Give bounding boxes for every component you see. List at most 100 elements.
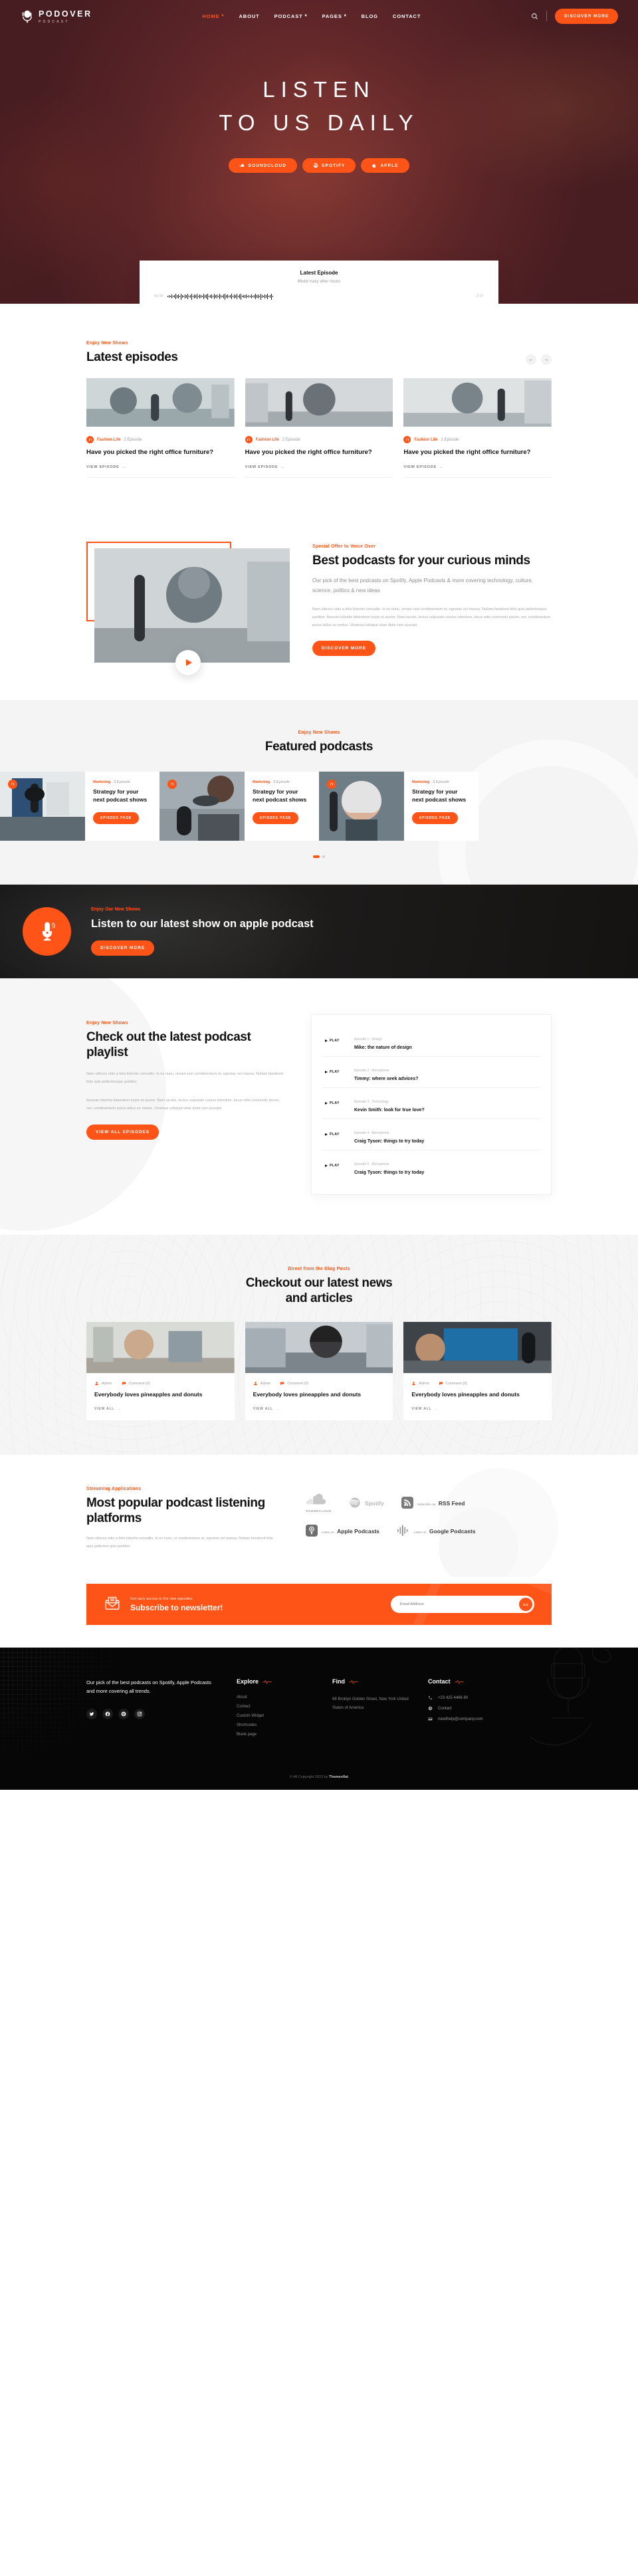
newsletter-title: Subscribe to newsletter! (130, 1602, 223, 1612)
featured-card-title: Strategy for your next podcast shows (253, 788, 307, 803)
blog-card[interactable]: Admin Comment (0) Everybody loves pineap… (403, 1322, 552, 1420)
play-button[interactable]: PLAY (325, 1101, 345, 1105)
arrow-right-icon: → (117, 1406, 121, 1411)
blog-view-all-link[interactable]: VIEW ALL → (94, 1407, 227, 1411)
nav-item-contact[interactable]: CONTACT (393, 13, 421, 19)
platform-rss[interactable]: Subscribe via RSS Feed (401, 1493, 465, 1513)
spotify-logo (350, 1497, 360, 1508)
blog-title-line2: and articles (285, 1291, 353, 1306)
blog-image (403, 1322, 552, 1374)
spotify-icon (313, 163, 318, 168)
instagram-icon[interactable] (134, 1709, 145, 1720)
soundcloud-icon (240, 163, 245, 167)
footer-email[interactable]: needhelp@company.com (428, 1717, 506, 1721)
clock-icon (428, 1706, 433, 1711)
footer-link-blank-page[interactable]: Blank page (237, 1733, 315, 1737)
episode-card[interactable]: Fashion Life 2 Episode Have you picked t… (86, 378, 235, 478)
platforms-paragraph: Nam ultrices odio a felis lobortis conva… (86, 1537, 273, 1549)
episode-card[interactable]: Fashion Life 2 Episode Have you picked t… (245, 378, 393, 478)
playlist-item-meta: Episode 3 . Technology (354, 1100, 389, 1105)
spotify-button[interactable]: SPOTIFY (302, 158, 356, 173)
blog-view-all-link[interactable]: VIEW ALL → (253, 1407, 385, 1411)
twitter-icon[interactable] (86, 1709, 97, 1720)
blog-post-title: Everybody loves pineapples and donuts (94, 1391, 203, 1398)
playlist-item[interactable]: PLAY Episode 3 . Technology Kevin Smith:… (322, 1087, 540, 1119)
best-discover-more-button[interactable]: DISCOVER MORE (312, 640, 375, 656)
best-eyebrow: Special Offer to Voice Over (312, 544, 376, 549)
pinterest-icon[interactable] (118, 1709, 129, 1720)
blog-card[interactable]: Admin Comment (0) Everybody loves pineap… (245, 1322, 393, 1420)
play-button[interactable]: PLAY (325, 1039, 345, 1043)
blog-view-all-link[interactable]: VIEW ALL → (411, 1407, 544, 1411)
play-button[interactable]: PLAY (325, 1132, 345, 1136)
featured-card[interactable]: Marketing . 3 Episode Strategy for your … (404, 771, 478, 841)
email-input[interactable] (400, 1602, 519, 1607)
headphone-icon (327, 779, 336, 789)
platform-apple-podcasts[interactable]: Listen on Apple Podcasts (306, 1524, 379, 1537)
header-discover-more-button[interactable]: DISCOVER MORE (555, 8, 618, 24)
blog-section: Direct from the Blog Posts Checkout our … (0, 1235, 638, 1455)
view-episode-link[interactable]: VIEW EPISODE → (86, 465, 235, 469)
apple-cta-discover-button[interactable]: DISCOVER MORE (91, 940, 154, 956)
blog-comments: Comment (0) (280, 1381, 308, 1386)
featured-card[interactable]: Marketing . 3 Episode Strategy for your … (245, 771, 319, 841)
play-icon (325, 1039, 328, 1043)
platform-name: RSS Feed (438, 1500, 465, 1507)
carousel-dots (0, 855, 638, 858)
platform-name: Google Podcasts (429, 1527, 476, 1535)
newsletter-section: Get early access to the new episodes. Su… (0, 1577, 638, 1648)
carousel-prev-button[interactable]: ← (526, 354, 536, 366)
episode-title: Have you picked the right office furnitu… (403, 449, 531, 457)
playlist-item[interactable]: PLAY Episode 5 . Microphone Craig Tyson:… (322, 1150, 540, 1181)
platform-google-podcasts[interactable]: Listen on Google Podcasts (397, 1525, 476, 1537)
nav-item-blog[interactable]: BLOG (362, 13, 378, 19)
footer-link-custom-widget[interactable]: Custom Widget (237, 1714, 315, 1718)
episode-page-button[interactable]: EPISODE PAGE (253, 812, 299, 825)
carousel-next-button[interactable]: → (541, 354, 552, 366)
nav-item-home[interactable]: HOME ▾ (202, 13, 224, 19)
soundcloud-button[interactable]: SOUNDCLOUD (229, 158, 297, 173)
blog-card[interactable]: Admin Comment (0) Everybody loves pineap… (86, 1322, 235, 1420)
comment-icon (280, 1382, 284, 1386)
player-remaining-time: -2:07 (475, 294, 484, 298)
nav-menu: HOME ▾ ABOUT PODCAST ▾ PAGES ▾ BLOG CONTACT (202, 13, 421, 19)
footer-link-about[interactable]: About (237, 1695, 315, 1699)
nav-item-about[interactable]: ABOUT (239, 13, 259, 19)
episode-page-button[interactable]: EPISODE PAGE (93, 812, 140, 825)
featured-image (0, 771, 85, 841)
soundcloud-logo (307, 1493, 326, 1505)
facebook-icon[interactable] (102, 1709, 113, 1720)
platform-soundcloud[interactable]: SOUNDCLOUD (306, 1493, 332, 1513)
nav-item-podcast[interactable]: PODCAST ▾ (274, 13, 308, 19)
footer-link-shortcodes[interactable]: Shortcodes (237, 1723, 315, 1727)
footer-contact-link[interactable]: Contact (428, 1706, 506, 1711)
search-icon[interactable] (531, 13, 538, 20)
footer-link-contact[interactable]: Contact (237, 1705, 315, 1709)
platform-name: Apple Podcasts (337, 1527, 379, 1535)
featured-count: . 3 Episode (110, 780, 130, 784)
apple-button[interactable]: APPLE (361, 158, 409, 173)
view-all-episodes-button[interactable]: VIEW ALL EPISODES (86, 1125, 160, 1140)
site-logo[interactable]: PODOVER PODCAST (20, 9, 92, 24)
newsletter-submit-button[interactable]: GO (519, 1598, 532, 1612)
playlist-title: Check out the latest podcast playlist (86, 1030, 251, 1060)
play-button[interactable]: PLAY (325, 1164, 345, 1168)
platform-spotify[interactable]: Spotify (349, 1493, 384, 1513)
featured-card[interactable]: Marketing . 3 Episode Strategy for your … (85, 771, 160, 841)
view-episode-link[interactable]: VIEW EPISODE → (245, 465, 393, 469)
carousel-dot-2[interactable] (322, 855, 325, 858)
featured-card-title: Strategy for your next podcast shows (412, 788, 467, 803)
carousel-dot-1[interactable] (313, 855, 320, 858)
play-video-button[interactable] (175, 649, 201, 675)
playlist-item[interactable]: PLAY Episode 1 . Design Mike: the nature… (322, 1025, 540, 1056)
playlist-item[interactable]: PLAY Episode 4 . Microphone Craig Tyson:… (322, 1119, 540, 1150)
nav-item-pages[interactable]: PAGES ▾ (322, 13, 347, 19)
episode-page-button[interactable]: EPISODE PAGE (412, 812, 459, 825)
playlist-item[interactable]: PLAY Episode 2 . Microphone Timmy: where… (322, 1056, 540, 1087)
view-episode-link[interactable]: VIEW EPISODE → (403, 465, 552, 469)
play-button[interactable]: PLAY (325, 1070, 345, 1074)
footer-phone[interactable]: +23 425 4466 80 (428, 1695, 506, 1700)
audio-waveform[interactable] (167, 293, 471, 300)
best-podcasts-media (86, 541, 290, 675)
episode-card[interactable]: Fashion Life 2 Episode Have you picked t… (403, 378, 552, 478)
